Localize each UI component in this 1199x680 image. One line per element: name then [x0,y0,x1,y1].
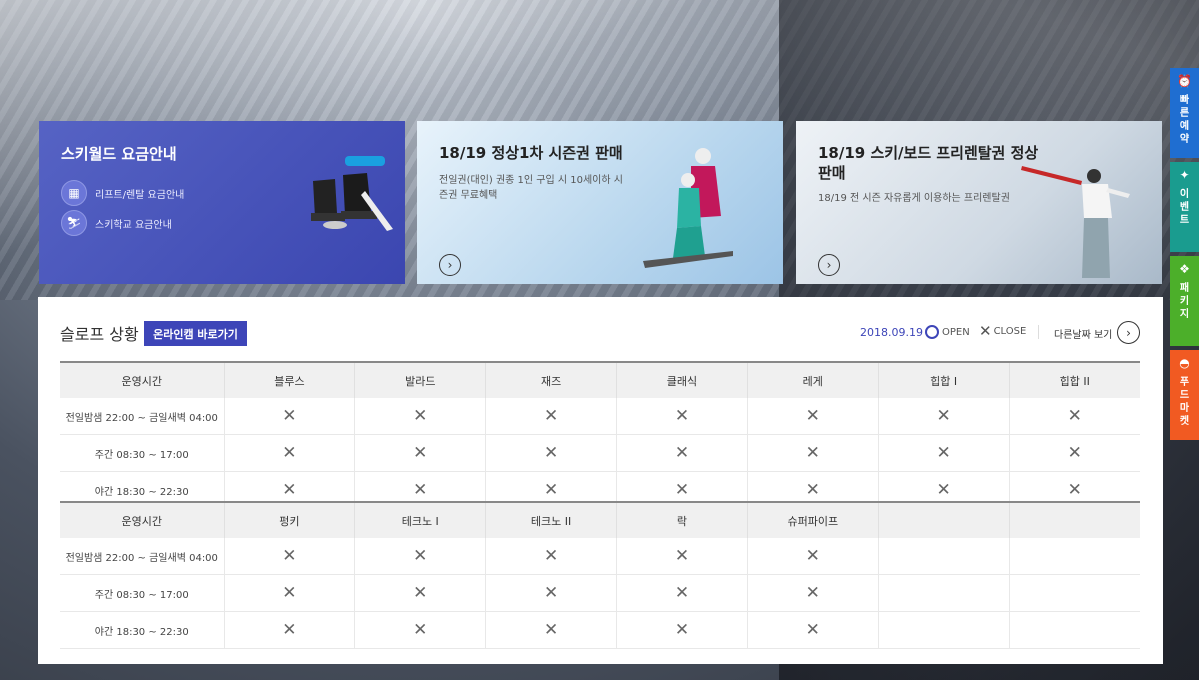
gift-icon: ❖ [1179,262,1190,276]
slope-name-header [878,502,1010,538]
slope-name-header: 펑키 [224,502,356,538]
closed-x-icon: ✕ [878,434,1010,472]
closed-x-icon: ✕ [485,398,618,435]
closed-x-icon: ✕ [616,398,748,435]
event-icon: ✦ [1179,168,1190,182]
table-row: 야간 18:30 ~ 22:30 ✕ ✕ ✕ ✕ ✕ [60,611,1140,649]
operating-time: 전일밤샘 22:00 ~ 금일새벽 04:00 [60,398,225,435]
status-date: 2018.09.19 [860,326,923,339]
open-circle-icon [925,325,939,339]
quick-reserve-button[interactable]: ⏰ 빠른예약 [1170,68,1199,158]
card-season-pass[interactable]: 18/19 정상1차 시즌권 판매 전일권(대인) 권종 1인 구입 시 10세… [417,121,783,284]
food-icon: ◓ [1179,356,1190,370]
closed-x-icon: ✕ [616,611,748,649]
closed-x-icon: ✕ [224,611,356,649]
quick-event-button[interactable]: ✦ 이벤트 [1170,162,1199,252]
empty-cell [878,611,1010,649]
slope-name-header: 힙합 I [878,362,1010,398]
ski-boots-image [311,156,393,231]
slope-status-panel: 슬로프 상황 온라인캠 바로가기 2018.09.19 OPEN ✕ CLOSE… [38,297,1163,664]
closed-x-icon: ✕ [354,398,487,435]
ski-school-label: 스키학교 요금안내 [95,219,172,231]
slope-table-1: 운영시간 블루스 발라드 재즈 클래식 레게 힙합 I 힙합 II 전일밤샘 22:00 ~ … [60,361,1140,509]
closed-x-icon: ✕ [224,398,356,435]
card-desc: 전일권(대인) 권종 1인 구입 시 10세이하 시즌권 무료혜택 [439,175,623,201]
closed-x-icon: ✕ [354,611,487,649]
skier-image [1021,166,1130,278]
ski-school-link[interactable]: ⛷ 스키학교 요금안내 [61,210,172,236]
alarm-icon: ⏰ [1177,74,1192,88]
closed-x-icon: ✕ [485,574,618,612]
close-x-icon: ✕ [979,322,992,340]
slope-name-header [1009,502,1140,538]
other-day-arrow-icon[interactable]: › [1117,321,1140,344]
operating-time: 주간 08:30 ~ 17:00 [60,434,225,472]
empty-cell [1009,574,1140,612]
card-desc: 18/19 전 시즌 자유롭게 이용하는 프리렌탈권 [818,193,1010,204]
season-pass-arrow-icon[interactable]: › [439,254,461,276]
skier-children-image [643,148,733,268]
empty-cell [1009,538,1140,575]
closed-x-icon: ✕ [485,434,618,472]
card-price-info[interactable]: 스키월드 요금안내 ▦ 리프트/렌탈 요금안내 ⛷ 스키학교 요금안내 [39,121,405,284]
closed-x-icon: ✕ [485,611,618,649]
closed-x-icon: ✕ [747,398,879,435]
lift-icon: ▦ [61,180,87,206]
card-free-rental[interactable]: 18/19 스키/보드 프리렌탈권 정상 판매 18/19 전 시즌 자유롭게 … [796,121,1162,284]
close-legend: ✕ CLOSE [979,322,1027,340]
slope-name-header: 테크노 II [485,502,618,538]
slope-name-header: 블루스 [224,362,356,398]
skier-icon: ⛷ [61,210,87,236]
table-row: 전일밤샘 22:00 ~ 금일새벽 04:00 ✕ ✕ ✕ ✕ ✕ ✕ ✕ [60,398,1140,435]
divider [1038,325,1039,339]
closed-x-icon: ✕ [616,538,748,575]
empty-cell [878,538,1010,575]
closed-x-icon: ✕ [354,574,487,612]
table-row: 주간 08:30 ~ 17:00 ✕ ✕ ✕ ✕ ✕ ✕ ✕ [60,434,1140,472]
slope-table-2: 운영시간 펑키 테크노 I 테크노 II 락 슈퍼파이프 전일밤샘 22:00 ~ 금일새… [60,501,1140,649]
closed-x-icon: ✕ [224,538,356,575]
quick-food-button[interactable]: ◓ 푸드마켓 [1170,350,1199,440]
closed-x-icon: ✕ [616,574,748,612]
row-header: 운영시간 [60,502,225,538]
slope-name-header: 락 [616,502,748,538]
slope-name-header: 발라드 [354,362,487,398]
empty-cell [1009,611,1140,649]
row-header: 운영시간 [60,362,225,398]
slope-name-header: 레게 [747,362,879,398]
open-legend: OPEN [925,325,970,339]
slope-name-header: 슈퍼파이프 [747,502,879,538]
closed-x-icon: ✕ [224,434,356,472]
slope-name-header: 힙합 II [1009,362,1140,398]
card-title: 스키월드 요금안내 [61,145,177,163]
slope-name-header: 테크노 I [354,502,487,538]
operating-time: 전일밤샘 22:00 ~ 금일새벽 04:00 [60,538,225,575]
closed-x-icon: ✕ [354,434,487,472]
closed-x-icon: ✕ [485,538,618,575]
closed-x-icon: ✕ [878,398,1010,435]
other-day-label[interactable]: 다른날짜 보기 [1054,326,1112,341]
closed-x-icon: ✕ [616,434,748,472]
page-title: 슬로프 상황 [60,325,139,344]
table-row: 전일밤샘 22:00 ~ 금일새벽 04:00 ✕ ✕ ✕ ✕ ✕ [60,538,1140,575]
online-cam-button[interactable]: 온라인캠 바로가기 [144,321,247,346]
closed-x-icon: ✕ [1009,398,1140,435]
closed-x-icon: ✕ [747,434,879,472]
free-rental-arrow-icon[interactable]: › [818,254,840,276]
lift-rental-label: 리프트/렌탈 요금안내 [95,189,185,201]
table-row: 주간 08:30 ~ 17:00 ✕ ✕ ✕ ✕ ✕ [60,574,1140,612]
slope-name-header: 클래식 [616,362,748,398]
closed-x-icon: ✕ [747,611,879,649]
empty-cell [878,574,1010,612]
slope-name-header: 재즈 [485,362,618,398]
operating-time: 주간 08:30 ~ 17:00 [60,574,225,612]
quick-package-button[interactable]: ❖ 패키지 [1170,256,1199,346]
closed-x-icon: ✕ [224,574,356,612]
closed-x-icon: ✕ [747,574,879,612]
closed-x-icon: ✕ [354,538,487,575]
closed-x-icon: ✕ [1009,434,1140,472]
lift-rental-link[interactable]: ▦ 리프트/렌탈 요금안내 [61,180,184,206]
closed-x-icon: ✕ [747,538,879,575]
operating-time: 야간 18:30 ~ 22:30 [60,611,225,649]
